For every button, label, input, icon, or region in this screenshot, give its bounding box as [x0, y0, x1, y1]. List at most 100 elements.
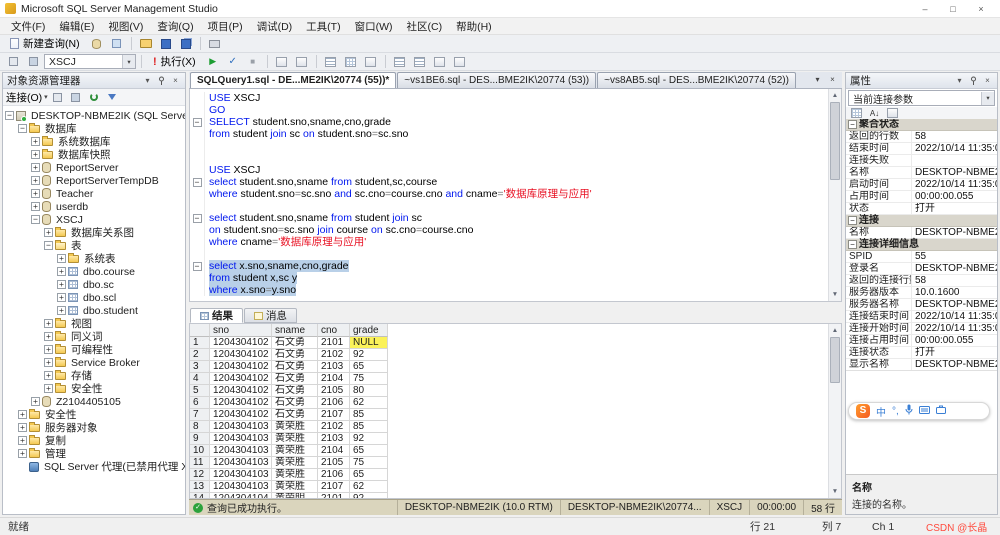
grid-cell[interactable]: 黄荣胜 — [272, 469, 318, 481]
expand-icon[interactable]: + — [31, 137, 40, 146]
code-line[interactable] — [190, 140, 828, 152]
expand-icon[interactable]: + — [44, 371, 53, 380]
active-files-icon[interactable]: ▾ — [812, 74, 823, 85]
expand-icon[interactable]: + — [44, 319, 53, 328]
grid-cell[interactable]: 黄荣胜 — [272, 481, 318, 493]
grid-cell[interactable]: 1204304102 — [210, 397, 272, 409]
grid-cell[interactable]: 石文勇 — [272, 409, 318, 421]
expand-icon[interactable]: + — [44, 228, 53, 237]
property-category[interactable]: −连接详细信息 — [846, 239, 997, 251]
row-number-cell[interactable]: 13 — [190, 481, 210, 493]
tree-item[interactable]: +dbo.scl — [3, 291, 185, 304]
refresh-button[interactable] — [86, 90, 102, 104]
analysis-services-query-button[interactable] — [108, 36, 126, 52]
property-pages-button[interactable] — [885, 107, 900, 119]
property-row[interactable]: SPID55 — [846, 251, 997, 263]
grid-cell[interactable]: 石文勇 — [272, 361, 318, 373]
row-number-cell[interactable]: 12 — [190, 469, 210, 481]
column-header-grade[interactable]: grade — [350, 324, 388, 337]
code-line[interactable]: −select student.sno,sname from student j… — [190, 212, 828, 224]
property-row[interactable]: 占用时间00:00:00.055 — [846, 191, 997, 203]
tab-results[interactable]: 结果 — [190, 308, 243, 323]
estimated-plan-button[interactable] — [273, 54, 291, 70]
grid-cell[interactable]: 62 — [350, 397, 388, 409]
uncomment-button[interactable] — [411, 54, 429, 70]
row-number-cell[interactable]: 2 — [190, 349, 210, 361]
property-row[interactable]: 结束时间2022/10/14 11:35:0 — [846, 143, 997, 155]
code-line[interactable]: GO — [190, 104, 828, 116]
expand-icon[interactable]: + — [57, 293, 66, 302]
code-line[interactable]: from student x,sc y — [190, 272, 828, 284]
grid-cell[interactable]: 2101 — [318, 337, 350, 349]
menu-item[interactable]: 窗口(W) — [348, 18, 400, 35]
close-icon[interactable]: × — [982, 75, 993, 86]
code-line[interactable]: on student.sno=sc.sno join course on sc.… — [190, 224, 828, 236]
expand-icon[interactable]: + — [44, 358, 53, 367]
code-line[interactable]: where x.sno=y.sno — [190, 284, 828, 296]
grid-cell[interactable]: 1204304103 — [210, 481, 272, 493]
property-row[interactable]: 名称DESKTOP-NBME2I — [846, 227, 997, 239]
collapse-icon[interactable]: − — [44, 241, 53, 250]
maximize-button[interactable]: □ — [947, 4, 959, 14]
menu-item[interactable]: 调试(D) — [250, 18, 300, 35]
grid-cell[interactable]: 1204304102 — [210, 337, 272, 349]
menu-item[interactable]: 视图(V) — [101, 18, 150, 35]
tree-item[interactable]: +Teacher — [3, 187, 185, 200]
grid-cell[interactable]: 石文勇 — [272, 373, 318, 385]
expand-icon[interactable]: + — [18, 423, 27, 432]
results-to-text-button[interactable] — [322, 54, 340, 70]
tree-item[interactable]: +dbo.student — [3, 304, 185, 317]
code-line[interactable]: USE XSCJ — [190, 92, 828, 104]
results-vertical-scrollbar[interactable]: ▲ ▼ — [828, 324, 841, 498]
grid-cell[interactable]: 1204304103 — [210, 445, 272, 457]
expand-icon[interactable]: + — [31, 150, 40, 159]
close-icon[interactable]: × — [170, 75, 181, 86]
properties-header[interactable]: 属性 ▾ × — [846, 73, 997, 89]
grid-cell[interactable]: 1204304103 — [210, 433, 272, 445]
grid-cell[interactable]: NULL — [350, 337, 388, 349]
chevron-down-icon[interactable]: ▾ — [954, 75, 965, 86]
comment-button[interactable] — [391, 54, 409, 70]
grid-cell[interactable]: 75 — [350, 373, 388, 385]
code-line[interactable] — [190, 248, 828, 260]
grid-cell[interactable]: 75 — [350, 457, 388, 469]
grid-cell[interactable]: 1204304102 — [210, 385, 272, 397]
menu-item[interactable]: 查询(Q) — [150, 18, 200, 35]
scroll-thumb[interactable] — [830, 102, 840, 180]
grid-cell[interactable]: 80 — [350, 385, 388, 397]
property-row[interactable]: 名称DESKTOP-NBME2I — [846, 167, 997, 179]
property-category[interactable]: −聚合状态 — [846, 119, 997, 131]
tree-item[interactable]: +数据库关系图 — [3, 226, 185, 239]
grid-cell[interactable]: 2106 — [318, 469, 350, 481]
fold-collapse-icon[interactable]: − — [193, 178, 202, 187]
save-all-button[interactable] — [177, 36, 195, 52]
row-number-cell[interactable]: 9 — [190, 433, 210, 445]
tree-item[interactable]: +服务器对象 — [3, 421, 185, 434]
menu-item[interactable]: 工具(T) — [299, 18, 347, 35]
ime-punctuation-icon[interactable]: °, — [892, 406, 899, 417]
expand-icon[interactable]: + — [57, 254, 66, 263]
grid-cell[interactable]: 85 — [350, 421, 388, 433]
row-number-cell[interactable]: 7 — [190, 409, 210, 421]
grid-cell[interactable]: 2103 — [318, 433, 350, 445]
grid-cell[interactable]: 2104 — [318, 445, 350, 457]
column-header-sno[interactable]: sno — [210, 324, 272, 337]
menu-item[interactable]: 文件(F) — [4, 18, 52, 35]
tree-item[interactable]: +可编程性 — [3, 343, 185, 356]
grid-cell[interactable]: 92 — [350, 349, 388, 361]
collapse-icon[interactable]: − — [31, 215, 40, 224]
expand-icon[interactable]: + — [18, 436, 27, 445]
grid-cell[interactable]: 石文勇 — [272, 337, 318, 349]
debug-button[interactable]: ▶ — [204, 54, 222, 70]
property-row[interactable]: 连接结束时间2022/10/14 11:35:0 — [846, 311, 997, 323]
ime-keyboard-icon[interactable] — [919, 406, 930, 417]
fold-collapse-icon[interactable]: − — [193, 262, 202, 271]
print-button[interactable] — [206, 36, 224, 52]
disconnect-button[interactable] — [50, 90, 66, 104]
row-number-cell[interactable]: 6 — [190, 397, 210, 409]
sogou-logo-icon[interactable]: S — [856, 404, 870, 418]
grid-cell[interactable]: 92 — [350, 433, 388, 445]
column-header-sname[interactable]: sname — [272, 324, 318, 337]
grid-cell[interactable]: 65 — [350, 361, 388, 373]
save-button[interactable] — [157, 36, 175, 52]
